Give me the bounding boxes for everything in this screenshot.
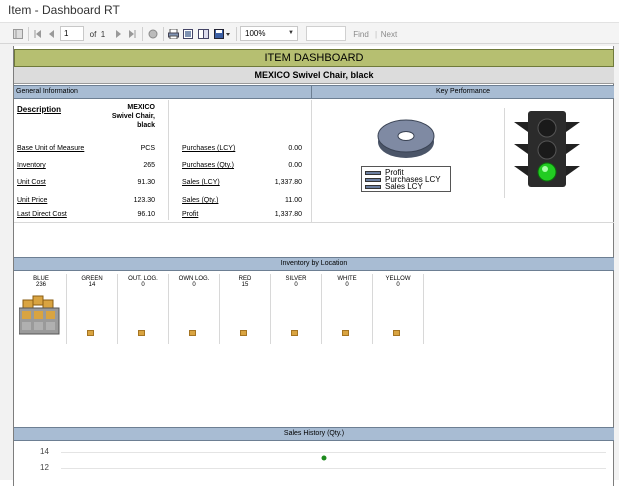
page-setup-icon[interactable] xyxy=(197,27,209,41)
purchases-qty-value: 0.00 xyxy=(288,162,302,169)
sales-lcy-label: Sales (LCY) xyxy=(182,179,220,186)
next-link[interactable]: Next xyxy=(380,27,398,41)
location-out-log: OUT. LOG. 0 xyxy=(118,274,169,344)
location-white: WHITE 0 xyxy=(322,274,373,344)
zoom-select[interactable]: 100% ▼ xyxy=(240,26,298,41)
location-red: RED 15 xyxy=(220,274,271,344)
current-page-input[interactable]: 1 xyxy=(60,26,84,41)
report-subtitle: MEXICO Swivel Chair, black xyxy=(14,67,614,84)
sales-data-point xyxy=(321,455,327,461)
next-page-icon[interactable] xyxy=(113,27,123,41)
sales-history-header: Sales History (Qty.) xyxy=(14,427,614,441)
purchases-lcy-value: 0.00 xyxy=(288,145,302,152)
report-viewport: ITEM DASHBOARD MEXICO Swivel Chair, blac… xyxy=(0,44,619,486)
base-unit-label: Base Unit of Measure xyxy=(17,145,85,152)
last-direct-cost-value: 96.10 xyxy=(137,211,155,218)
page-total: 1 xyxy=(100,29,106,39)
box-icon xyxy=(138,330,145,336)
report-page: ITEM DASHBOARD MEXICO Swivel Chair, blac… xyxy=(13,46,614,486)
window-title: Item - Dashboard RT xyxy=(8,3,120,17)
window-titlebar: Item - Dashboard RT xyxy=(0,0,619,22)
unit-cost-label: Unit Cost xyxy=(17,179,46,186)
sales-qty-label: Sales (Qty.) xyxy=(182,197,219,204)
description-label: Description xyxy=(17,105,62,114)
profit-value: 1,337.80 xyxy=(274,211,302,218)
general-information-header: General Information xyxy=(14,85,311,99)
find-link[interactable]: Find xyxy=(352,27,370,41)
print-icon[interactable] xyxy=(167,27,179,41)
stop-icon[interactable] xyxy=(147,27,159,41)
box-icon xyxy=(393,330,400,336)
purchases-lcy-label: Purchases (LCY) xyxy=(182,145,236,152)
document-map-icon[interactable] xyxy=(12,27,24,41)
sales-lcy-value: 1,337.80 xyxy=(274,179,302,186)
page-of-label: of xyxy=(89,29,97,39)
description-value-line-2: Swivel Chair, xyxy=(111,113,155,120)
box-icon xyxy=(240,330,247,336)
sales-axis-label: 12 xyxy=(40,463,49,472)
report-toolbar: 1 of 1 100% ▼ Find | Next xyxy=(0,22,619,44)
print-layout-icon[interactable] xyxy=(182,27,194,41)
sales-axis-label: 14 xyxy=(40,447,49,456)
box-icon xyxy=(291,330,298,336)
sales-qty-value: 11.00 xyxy=(285,197,302,204)
base-unit-value: PCS xyxy=(140,145,155,152)
inventory-by-location-header: Inventory by Location xyxy=(14,257,614,271)
unit-price-value: 123.30 xyxy=(133,197,155,204)
box-icon xyxy=(189,330,196,336)
location-own-log: OWN LOG. 0 xyxy=(169,274,220,344)
description-value-line-1: MEXICO xyxy=(127,104,155,111)
zoom-value: 100% xyxy=(245,29,266,38)
description-value-line-3: black xyxy=(137,122,155,129)
legend-item-sales-lcy: Sales LCY xyxy=(365,183,447,191)
inventory-label: Inventory xyxy=(17,162,46,169)
report-title: ITEM DASHBOARD xyxy=(14,49,614,67)
find-input[interactable] xyxy=(306,26,346,41)
last-direct-cost-label: Last Direct Cost xyxy=(17,211,67,218)
purchases-qty-label: Purchases (Qty.) xyxy=(182,162,234,169)
unit-price-label: Unit Price xyxy=(17,197,48,204)
stacked-boxes-icon xyxy=(19,295,60,335)
chevron-down-icon: ▼ xyxy=(288,30,294,36)
location-yellow: YELLOW 0 xyxy=(373,274,424,344)
export-icon[interactable] xyxy=(213,27,231,41)
unit-cost-value: 91.30 xyxy=(137,179,155,186)
profit-label: Profit xyxy=(182,211,199,218)
previous-page-icon[interactable] xyxy=(47,27,57,41)
traffic-light-icon xyxy=(514,111,580,187)
last-page-icon[interactable] xyxy=(127,27,137,41)
box-icon xyxy=(87,330,94,336)
first-page-icon[interactable] xyxy=(33,27,43,41)
location-blue: BLUE 236 xyxy=(16,274,67,344)
kpi-legend: Profit Purchases LCY Sales LCY xyxy=(361,166,451,192)
key-performance-header: Key Performance xyxy=(311,85,614,99)
box-icon xyxy=(342,330,349,336)
location-silver: SILVER 0 xyxy=(271,274,322,344)
location-green: GREEN 14 xyxy=(67,274,118,344)
inventory-value: 265 xyxy=(143,162,155,169)
kpi-donut-chart xyxy=(377,119,435,158)
